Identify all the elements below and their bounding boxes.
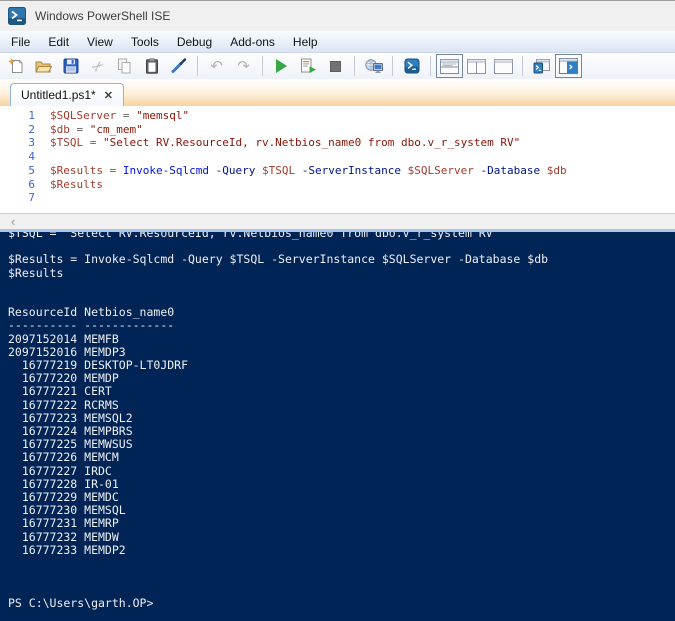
- console-line: 16777227 IRDC: [8, 463, 112, 478]
- toolbar-separator: [354, 56, 355, 76]
- console-line: 16777233 MEMDP2: [8, 542, 126, 557]
- save-floppy-icon: [63, 58, 79, 74]
- run-script-button[interactable]: [268, 54, 295, 78]
- show-console-pane-button[interactable]: [555, 54, 582, 78]
- save-button[interactable]: [57, 54, 84, 78]
- line-number: 3: [28, 136, 35, 150]
- toolbar-separator: [262, 56, 263, 76]
- console-line: ---------- -------------: [8, 318, 175, 333]
- undo-button[interactable]: ↶: [203, 54, 230, 78]
- copy-button[interactable]: [111, 54, 138, 78]
- menu-tools[interactable]: Tools: [122, 31, 168, 52]
- show-script-pane-maximized-button[interactable]: [490, 54, 517, 78]
- code-line: $Results = Invoke-Sqlcmd -Query $TSQL -S…: [50, 163, 567, 177]
- run-selection-icon: [300, 58, 317, 74]
- open-script-button[interactable]: [30, 54, 57, 78]
- console-line: PS C:\Users\garth.OP>: [8, 595, 154, 610]
- script-editor-pane[interactable]: 1234567 $SQLServer = "memsql" $db = "cm_m…: [0, 106, 675, 213]
- tab-close-icon[interactable]: ✕: [104, 89, 113, 102]
- script-pane-top-icon: [440, 58, 459, 74]
- clear-console-button[interactable]: [165, 54, 192, 78]
- new-remote-powershell-tab-button[interactable]: [360, 54, 387, 78]
- console-line: 2097152016 MEMDP3: [8, 344, 126, 359]
- line-number: 5: [28, 163, 35, 177]
- console-line: 2097152014 MEMFB: [8, 331, 119, 346]
- powershell-exe-icon: [404, 58, 420, 74]
- squeegee-icon: [171, 58, 187, 74]
- menu-help[interactable]: Help: [284, 31, 327, 52]
- new-script-icon: [8, 57, 25, 75]
- cut-scissors-icon: ✂: [87, 56, 108, 76]
- code-line: $Results: [50, 177, 103, 191]
- line-number: 2: [28, 122, 35, 136]
- console-line: 16777222 RCRMS: [8, 397, 119, 412]
- toolbar: ✂ ↶ ↷: [0, 53, 675, 79]
- cut-button[interactable]: ✂: [84, 54, 111, 78]
- console-line: $Results = Invoke-Sqlcmd -Query $TSQL -S…: [8, 252, 549, 267]
- line-number: 6: [28, 177, 35, 191]
- script-pane-maximized-icon: [494, 58, 513, 74]
- toolbar-separator: [392, 56, 393, 76]
- redo-arrow-icon: ↷: [237, 57, 250, 75]
- paste-clipboard-icon: [145, 58, 159, 74]
- paste-button[interactable]: [138, 54, 165, 78]
- line-number: 1: [28, 109, 35, 122]
- tab-untitled1[interactable]: Untitled1.ps1* ✕: [10, 83, 124, 106]
- code-line: $SQLServer = "memsql": [50, 109, 190, 122]
- tab-strip: Untitled1.ps1* ✕: [0, 79, 675, 106]
- menu-view[interactable]: View: [78, 31, 122, 52]
- collapse-chevron-icon[interactable]: ‹: [11, 215, 15, 228]
- remote-computer-icon: [364, 58, 383, 74]
- console-line: $Results: [8, 265, 64, 280]
- stop-operation-button[interactable]: [322, 54, 349, 78]
- undo-arrow-icon: ↶: [210, 57, 223, 75]
- window-title: Windows PowerShell ISE: [35, 9, 171, 23]
- run-selection-button[interactable]: [295, 54, 322, 78]
- redo-button[interactable]: ↷: [230, 54, 257, 78]
- menu-file[interactable]: File: [2, 31, 39, 52]
- console-line: 16777232 MEMDW: [8, 529, 119, 544]
- line-number: 4: [28, 150, 35, 164]
- title-bar: Windows PowerShell ISE: [0, 1, 675, 31]
- console-line: $TSQL = "Select RV.ResourceId, rv.Netbio…: [8, 229, 500, 240]
- new-powershell-tab-button[interactable]: [528, 54, 555, 78]
- show-script-pane-top-button[interactable]: [436, 54, 463, 78]
- start-powershell-exe-button[interactable]: [398, 54, 425, 78]
- script-pane-right-icon: [467, 58, 486, 74]
- script-code[interactable]: $SQLServer = "memsql" $db = "cm_mem" $TSQL…: [40, 109, 567, 213]
- run-play-icon: [276, 59, 287, 73]
- toolbar-separator: [197, 56, 198, 76]
- open-folder-icon: [35, 59, 52, 74]
- line-number: 7: [28, 191, 35, 205]
- console-pane[interactable]: $TSQL = "Select RV.ResourceId, rv.Netbio…: [0, 229, 675, 621]
- menu-bar: File Edit View Tools Debug Add-ons Help: [0, 31, 675, 53]
- menu-addons[interactable]: Add-ons: [221, 31, 284, 52]
- new-script-button[interactable]: [3, 54, 30, 78]
- code-line: $db = "cm_mem": [50, 122, 143, 136]
- menu-debug[interactable]: Debug: [168, 31, 221, 52]
- tab-label: Untitled1.ps1*: [21, 88, 96, 102]
- toolbar-separator: [430, 56, 431, 76]
- powershell-tab-icon: [533, 58, 551, 74]
- console-line: 16777226 MEMCM: [8, 450, 119, 465]
- console-pane-icon: [559, 58, 578, 74]
- stop-square-icon: [330, 60, 341, 72]
- code-line: $TSQL = "Select RV.ResourceId, rv.Netbio…: [50, 136, 521, 150]
- console-line: 16777231 MEMRP: [8, 516, 119, 531]
- powershell-ise-window: Windows PowerShell ISE File Edit View Tools…: [0, 0, 675, 621]
- pane-splitter[interactable]: ‹: [0, 213, 675, 229]
- powershell-ise-icon: [8, 7, 26, 25]
- show-script-pane-right-button[interactable]: [463, 54, 490, 78]
- toolbar-separator: [522, 56, 523, 76]
- console-line: 16777221 CERT: [8, 384, 112, 399]
- line-number-gutter: 1234567: [0, 109, 40, 213]
- copy-icon: [117, 58, 132, 74]
- menu-edit[interactable]: Edit: [39, 31, 78, 52]
